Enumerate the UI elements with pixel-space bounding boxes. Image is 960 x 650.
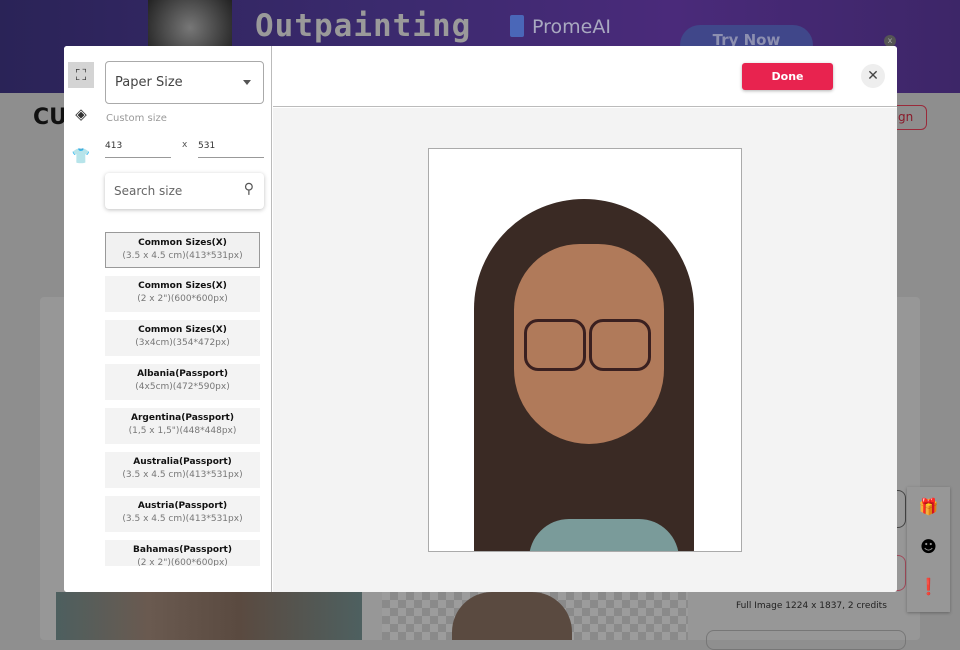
portrait-preview — [428, 148, 742, 552]
size-detail: (2 x 2")(600*600px) — [137, 558, 228, 566]
search-icon: ⚲ — [243, 181, 254, 197]
size-option[interactable]: Bahamas(Passport) (2 x 2")(600*600px) — [105, 540, 260, 566]
modal-header: Done ✕ — [273, 46, 897, 107]
size-detail: (3.5 x 4.5 cm)(413*531px) — [122, 251, 243, 261]
size-name: Albania(Passport) — [137, 369, 228, 379]
feedback-icon[interactable]: ❗ — [907, 567, 950, 607]
size-option[interactable]: Albania(Passport) (4x5cm)(472*590px) — [105, 364, 260, 400]
search-placeholder: Search size — [114, 184, 183, 198]
size-separator: x — [182, 140, 188, 150]
size-name: Australia(Passport) — [133, 457, 232, 467]
side-widget: 🎁 ☻ ❗ — [907, 487, 950, 612]
size-option[interactable]: Argentina(Passport) (1,5 x 1,5")(448*448p… — [105, 408, 260, 444]
original-image — [56, 592, 362, 640]
done-button[interactable]: Done — [742, 63, 833, 90]
size-detail: (3x4cm)(354*472px) — [135, 338, 230, 348]
size-detail: (1,5 x 1,5")(448*448px) — [128, 426, 237, 436]
search-size-input[interactable]: Search size ⚲ — [105, 173, 264, 209]
shirt-icon[interactable]: 👕 — [68, 143, 94, 169]
size-name: Common Sizes(X) — [138, 238, 227, 248]
size-option[interactable]: Australia(Passport) (3.5 x 4.5 cm)(413*53… — [105, 452, 260, 488]
size-detail: (2 x 2")(600*600px) — [137, 294, 228, 304]
size-detail: (3.5 x 4.5 cm)(413*531px) — [122, 514, 243, 524]
size-option[interactable]: Austria(Passport) (3.5 x 4.5 cm)(413*531p… — [105, 496, 260, 532]
size-name: Austria(Passport) — [137, 501, 228, 511]
promeai-logo-icon — [510, 15, 524, 37]
chevron-down-icon — [243, 80, 251, 89]
size-panel: Paper Size Custom size 413 x 531 Search … — [98, 46, 272, 592]
banner-title: Outpainting — [255, 8, 472, 44]
custom-size-label: Custom size — [106, 113, 167, 124]
height-input[interactable]: 531 — [198, 141, 264, 158]
paper-size-select[interactable]: Paper Size — [105, 61, 264, 104]
tool-column: ⛶ ◈ 👕 — [64, 46, 98, 592]
size-detail: (3.5 x 4.5 cm)(413*531px) — [122, 470, 243, 480]
secondary-button[interactable] — [706, 630, 906, 650]
credits-info: Full Image 1224 x 1837, 2 credits — [736, 601, 887, 611]
width-input[interactable]: 413 — [105, 141, 171, 158]
size-name: Common Sizes(X) — [138, 325, 227, 335]
resize-modal: ⛶ ◈ 👕 Paper Size Custom size 413 x 531 S… — [64, 46, 897, 592]
paper-size-value: Paper Size — [115, 75, 183, 90]
gift-icon[interactable]: 🎁 — [907, 487, 950, 527]
brand-name: PromeAI — [532, 16, 611, 38]
size-name: Argentina(Passport) — [131, 413, 234, 423]
preview-canvas — [273, 108, 897, 592]
support-icon[interactable]: ☻ — [907, 527, 950, 567]
size-detail: (4x5cm)(472*590px) — [135, 382, 230, 392]
size-option[interactable]: Common Sizes(X) (3.5 x 4.5 cm)(413*531px) — [105, 232, 260, 268]
site-logo[interactable]: CU — [33, 105, 67, 130]
size-list: Bahamas(Passport) (2 x 2")(600*600px) Aust… — [105, 232, 265, 566]
banner-image — [148, 0, 232, 46]
fill-icon[interactable]: ◈ — [68, 101, 94, 127]
size-name: Common Sizes(X) — [138, 281, 227, 291]
size-name: Bahamas(Passport) — [133, 545, 232, 555]
crop-icon[interactable]: ⛶ — [68, 62, 94, 88]
close-icon[interactable]: ✕ — [861, 64, 885, 88]
size-option[interactable]: Common Sizes(X) (2 x 2")(600*600px) — [105, 276, 260, 312]
result-image — [382, 592, 688, 640]
size-option[interactable]: Common Sizes(X) (3x4cm)(354*472px) — [105, 320, 260, 356]
banner-brand: PromeAI — [510, 15, 611, 38]
